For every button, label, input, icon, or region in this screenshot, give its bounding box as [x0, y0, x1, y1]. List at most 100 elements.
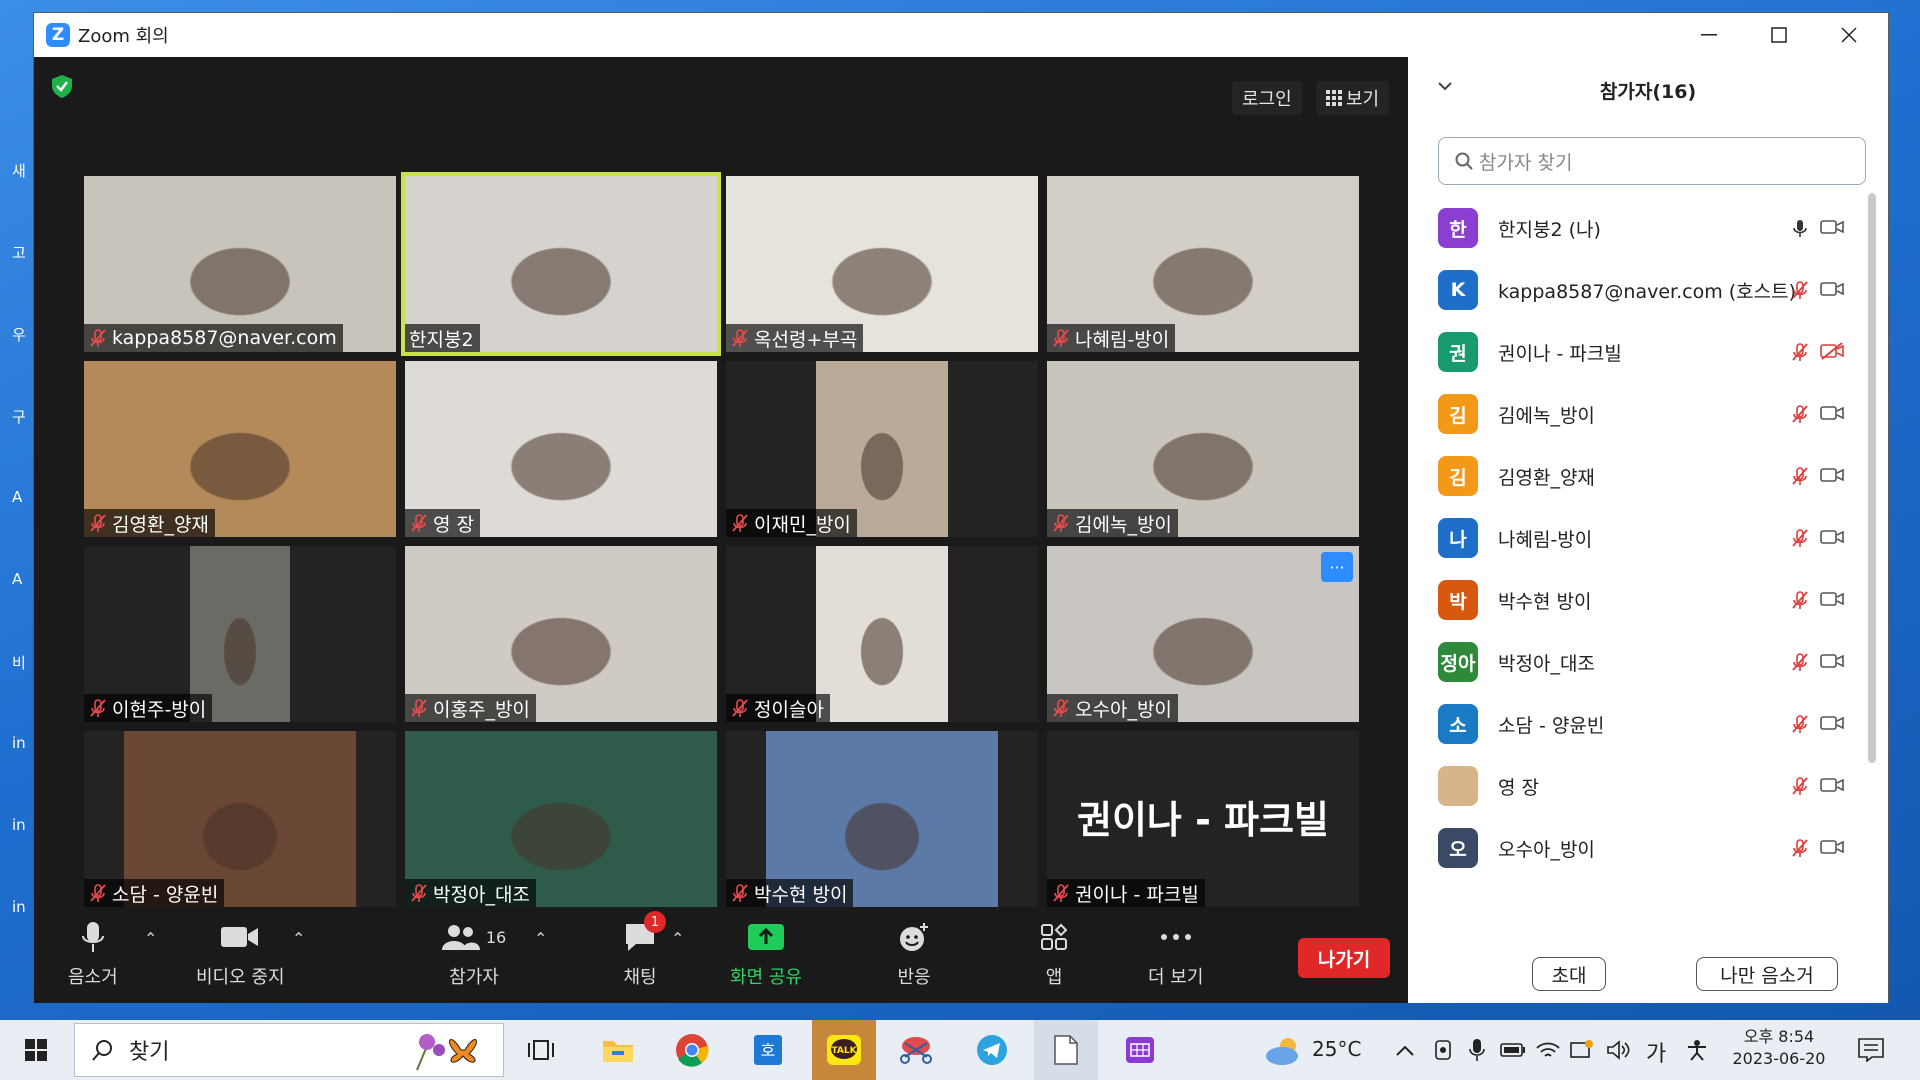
- video-tile[interactable]: 영 장: [405, 361, 717, 537]
- video-tile[interactable]: 한지붕2: [401, 172, 721, 356]
- start-button[interactable]: [10, 1020, 62, 1080]
- more-button[interactable]: 더 보기: [1148, 915, 1203, 989]
- participant-row[interactable]: 영 장: [1438, 755, 1848, 817]
- participant-row[interactable]: 김 김영환_양재: [1438, 445, 1848, 507]
- participant-list-scrollbar[interactable]: [1868, 193, 1876, 763]
- video-tile[interactable]: 옥선령+부곡: [726, 176, 1038, 352]
- accessibility-icon[interactable]: [1686, 1039, 1708, 1061]
- microphone-tray-icon[interactable]: [1468, 1038, 1486, 1062]
- participant-search-field[interactable]: 참가자 찾기: [1438, 137, 1866, 185]
- participant-row[interactable]: 나 나혜림-방이: [1438, 507, 1848, 569]
- security-shield-icon[interactable]: [49, 73, 75, 99]
- video-tile[interactable]: ··· 오수아_방이: [1047, 546, 1359, 722]
- hancom-document-icon: 호: [754, 1035, 782, 1065]
- telegram-button[interactable]: [964, 1020, 1020, 1080]
- share-screen-label: 화면 공유: [730, 967, 802, 988]
- maximize-button[interactable]: [1744, 13, 1814, 57]
- participants-button[interactable]: 16 참가자: [438, 915, 510, 989]
- chat-options-caret-icon[interactable]: ⌃: [671, 929, 684, 948]
- microphone-muted-icon: [1792, 653, 1808, 671]
- video-tile[interactable]: 박수현 방이: [726, 731, 1038, 907]
- hancom-app-button[interactable]: 호: [740, 1020, 796, 1080]
- desktop-icon-label[interactable]: in: [12, 734, 26, 752]
- tray-app-icon[interactable]: [1432, 1039, 1454, 1061]
- notepad-button[interactable]: [1034, 1020, 1098, 1080]
- participant-row[interactable]: 한 한지붕2 (나): [1438, 197, 1848, 259]
- video-tile[interactable]: 김에녹_방이: [1047, 361, 1359, 537]
- collapse-chevron-icon[interactable]: [1438, 81, 1452, 91]
- kakaotalk-button[interactable]: TALK: [812, 1020, 876, 1080]
- view-button[interactable]: 보기: [1316, 81, 1390, 115]
- desktop-icon-label[interactable]: in: [12, 898, 26, 916]
- chrome-icon: [676, 1034, 709, 1067]
- video-options-caret-icon[interactable]: ⌃: [292, 929, 305, 948]
- share-screen-button[interactable]: 화면 공유: [730, 915, 802, 989]
- video-tile[interactable]: 이현주-방이: [84, 546, 396, 722]
- video-tile[interactable]: 이홍주_방이: [405, 546, 717, 722]
- snipping-tool-button[interactable]: [888, 1020, 944, 1080]
- participant-name: 김영환_양재: [112, 513, 209, 536]
- participant-row[interactable]: 오 오수아_방이: [1438, 817, 1848, 877]
- login-button[interactable]: 로그인: [1232, 81, 1302, 115]
- meeting-area: 로그인 보기 kappa8587@naver.com 한지붕2 옥선령+부곡 나혜림-…: [34, 57, 1408, 1003]
- windows-logo-icon: [25, 1039, 47, 1061]
- meeting-toolbar: 음소거 ⌃ 비디오 중지 ⌃ 16 참가자 ⌃ 1 채팅 ⌃ 화면 공유 반응 …: [34, 911, 1408, 1003]
- stop-video-button[interactable]: 비디오 중지: [196, 915, 285, 989]
- system-clock[interactable]: 오후 8:54 2023-06-20: [1724, 1026, 1834, 1070]
- close-button[interactable]: [1814, 13, 1884, 57]
- taskbar: 찾기 호 TALK 25°C 가 오후 8:54 2023-06-20: [0, 1020, 1920, 1080]
- volume-icon[interactable]: [1606, 1039, 1630, 1061]
- ime-indicator[interactable]: 가: [1646, 1036, 1666, 1068]
- participant-row[interactable]: 권 권이나 - 파크빌: [1438, 321, 1848, 383]
- microphone-muted-icon: [1792, 529, 1808, 547]
- video-tile[interactable]: 소담 - 양윤빈: [84, 731, 396, 907]
- chat-button[interactable]: 1 채팅: [618, 911, 666, 989]
- task-view-button[interactable]: [516, 1020, 566, 1080]
- weather-temperature[interactable]: 25°C: [1312, 1037, 1361, 1061]
- video-tile[interactable]: 이재민_방이: [726, 361, 1038, 537]
- desktop-icon-label[interactable]: 새: [12, 160, 26, 181]
- desktop-icon-label[interactable]: 고: [12, 242, 26, 263]
- participant-row[interactable]: 박 박수현 방이: [1438, 569, 1848, 631]
- participant-list-name: 소담 - 양윤빈: [1498, 714, 1605, 737]
- video-tile[interactable]: 김영환_양재: [84, 361, 396, 537]
- notification-center-icon[interactable]: [1858, 1038, 1884, 1062]
- muted-mic-icon: [90, 884, 106, 902]
- desktop-icon-label[interactable]: 구: [12, 406, 26, 427]
- reactions-button[interactable]: 반응: [892, 915, 936, 989]
- video-tile[interactable]: kappa8587@naver.com: [84, 176, 396, 352]
- participant-row[interactable]: 정아 박정아_대조: [1438, 631, 1848, 693]
- file-explorer-button[interactable]: [590, 1020, 646, 1080]
- keyboard-app-button[interactable]: [1112, 1020, 1168, 1080]
- desktop-icon-label[interactable]: 우: [12, 324, 26, 345]
- video-tile[interactable]: 박정아_대조: [405, 731, 717, 907]
- desktop-icon-label[interactable]: A: [12, 570, 22, 588]
- mute-button[interactable]: 음소거: [68, 915, 118, 989]
- wifi-icon[interactable]: [1536, 1040, 1560, 1060]
- taskbar-search-box[interactable]: 찾기: [74, 1023, 504, 1077]
- desktop-icon-label[interactable]: A: [12, 488, 22, 506]
- video-off-name: 권이나 - 파크빌: [1077, 798, 1329, 842]
- video-tile[interactable]: 나혜림-방이: [1047, 176, 1359, 352]
- participant-row[interactable]: 김 김에녹_방이: [1438, 383, 1848, 445]
- invite-button[interactable]: 초대: [1532, 957, 1606, 991]
- battery-icon[interactable]: [1500, 1042, 1526, 1058]
- minimize-button[interactable]: [1674, 13, 1744, 57]
- participant-row[interactable]: 소 소담 - 양윤빈: [1438, 693, 1848, 755]
- participant-row[interactable]: Kkappa8587@naver.com (호스트): [1438, 259, 1848, 321]
- video-tile[interactable]: 정이슬아: [726, 546, 1038, 722]
- participant-name-tag: 이홍주_방이: [405, 694, 536, 722]
- participants-options-caret-icon[interactable]: ⌃: [534, 929, 547, 948]
- network-alert-icon[interactable]: [1570, 1039, 1594, 1061]
- chrome-button[interactable]: [664, 1020, 720, 1080]
- desktop-icon-label[interactable]: 비: [12, 652, 26, 673]
- audio-options-caret-icon[interactable]: ⌃: [144, 929, 157, 948]
- video-tile[interactable]: 권이나 - 파크빌 권이나 - 파크빌: [1047, 731, 1359, 907]
- tile-more-options-button[interactable]: ···: [1321, 552, 1353, 582]
- leave-button[interactable]: 나가기: [1298, 938, 1390, 978]
- muted-mic-icon: [411, 514, 427, 532]
- show-hidden-icons-chevron-icon[interactable]: [1396, 1044, 1414, 1056]
- mute-myself-button[interactable]: 나만 음소거: [1696, 957, 1838, 991]
- apps-button[interactable]: 앱: [1032, 915, 1076, 989]
- desktop-icon-label[interactable]: in: [12, 816, 26, 834]
